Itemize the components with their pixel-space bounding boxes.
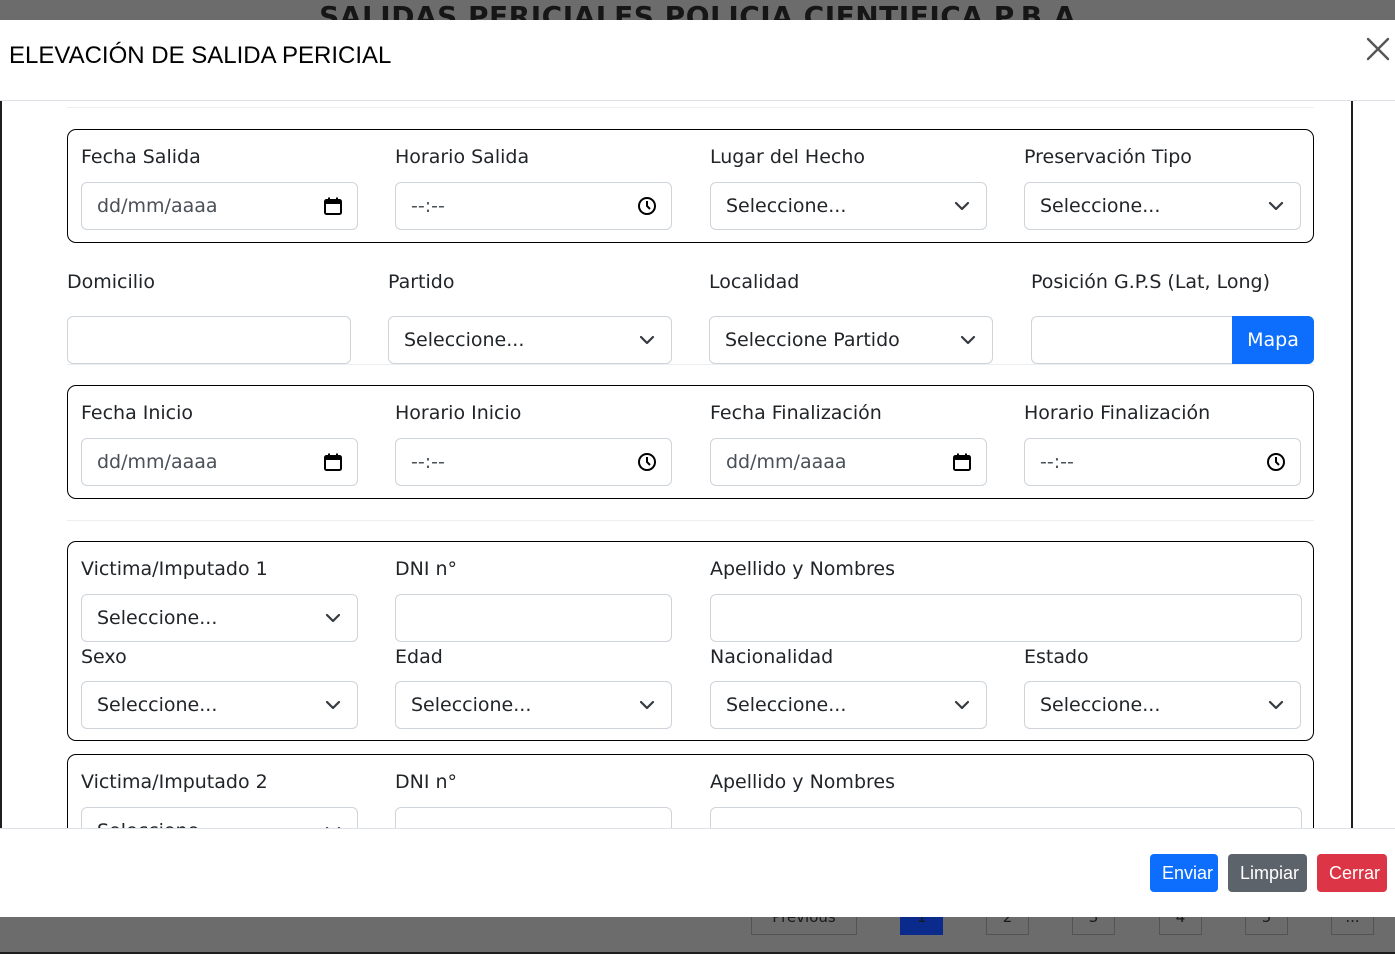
chevron-down-icon	[954, 700, 970, 710]
enviar-button[interactable]: Enviar	[1150, 854, 1218, 892]
background-pagination: Previous 1 2 3 4 5 ...	[0, 917, 1395, 954]
clock-icon[interactable]	[1266, 452, 1286, 472]
victima-imputado-1-select[interactable]: Seleccione...	[81, 594, 358, 642]
pagination-page-5: 5	[1245, 917, 1288, 935]
calendar-icon[interactable]	[323, 452, 343, 472]
pagination-page-1: 1	[900, 917, 943, 935]
sexo-label: Sexo	[81, 646, 127, 668]
partido-select[interactable]: Seleccione...	[388, 316, 672, 364]
chevron-down-icon	[1268, 201, 1284, 211]
dni-2-input[interactable]	[395, 807, 672, 828]
close-icon[interactable]	[1363, 34, 1393, 64]
pagination-page-4: 4	[1159, 917, 1202, 935]
victima-imputado-1-label: Victima/Imputado 1	[81, 558, 268, 580]
localidad-label: Localidad	[709, 271, 800, 293]
dni-1-input[interactable]	[395, 594, 672, 642]
fecha-inicio-input[interactable]: dd/mm/aaaa	[81, 438, 358, 486]
edad-select[interactable]: Seleccione...	[395, 681, 672, 729]
dni-1-label: DNI n°	[395, 558, 458, 580]
horario-finalizacion-label: Horario Finalización	[1024, 402, 1211, 424]
edad-label: Edad	[395, 646, 443, 668]
persona-1-group: Victima/Imputado 1 Seleccione... DNI n° …	[67, 541, 1314, 741]
chevron-down-icon	[325, 826, 341, 828]
lugar-hecho-select[interactable]: Seleccione...	[710, 182, 987, 230]
horario-finalizacion-input[interactable]: --:--	[1024, 438, 1301, 486]
modal-dialog: ELEVACIÓN DE SALIDA PERICIAL Fecha Salid…	[0, 20, 1395, 917]
persona-2-group: Victima/Imputado 2 Seleccione... DNI n° …	[67, 754, 1314, 828]
chevron-down-icon	[325, 700, 341, 710]
fecha-finalizacion-label: Fecha Finalización	[710, 402, 882, 424]
chevron-down-icon	[954, 201, 970, 211]
victima-imputado-2-label: Victima/Imputado 2	[81, 771, 268, 793]
modal-body[interactable]: Fecha Salida dd/mm/aaaa Horario Salida -…	[0, 101, 1395, 828]
divider	[67, 520, 1314, 521]
fecha-salida-input[interactable]: dd/mm/aaaa	[81, 182, 358, 230]
gps-label: Posición G.P.S (Lat, Long)	[1031, 271, 1270, 293]
victima-imputado-2-select[interactable]: Seleccione...	[81, 807, 358, 828]
horario-salida-input[interactable]: --:--	[395, 182, 672, 230]
clock-icon[interactable]	[637, 196, 657, 216]
dni-2-label: DNI n°	[395, 771, 458, 793]
apellido-nombres-1-input[interactable]	[710, 594, 1302, 642]
salida-group: Fecha Salida dd/mm/aaaa Horario Salida -…	[67, 129, 1314, 243]
pagination-ellipsis: ...	[1331, 917, 1374, 935]
apellido-nombres-1-label: Apellido y Nombres	[710, 558, 895, 580]
chevron-down-icon	[1268, 700, 1284, 710]
periodo-group: Fecha Inicio dd/mm/aaaa Horario Inicio -…	[67, 385, 1314, 499]
apellido-nombres-2-label: Apellido y Nombres	[710, 771, 895, 793]
horario-salida-label: Horario Salida	[395, 146, 530, 168]
fecha-inicio-label: Fecha Inicio	[81, 402, 194, 424]
sexo-select[interactable]: Seleccione...	[81, 681, 358, 729]
horario-inicio-input[interactable]: --:--	[395, 438, 672, 486]
modal-footer: Enviar Limpiar Cerrar	[0, 828, 1395, 917]
fecha-salida-label: Fecha Salida	[81, 146, 201, 168]
partido-label: Partido	[388, 271, 455, 293]
lugar-hecho-label: Lugar del Hecho	[710, 146, 866, 168]
body-left-border	[0, 101, 2, 828]
fecha-finalizacion-input[interactable]: dd/mm/aaaa	[710, 438, 987, 486]
nacionalidad-label: Nacionalidad	[710, 646, 834, 668]
chevron-down-icon	[639, 700, 655, 710]
modal-title: ELEVACIÓN DE SALIDA PERICIAL	[9, 42, 392, 69]
pagination-page-2: 2	[986, 917, 1029, 935]
chevron-down-icon	[639, 335, 655, 345]
horario-inicio-label: Horario Inicio	[395, 402, 522, 424]
cerrar-button[interactable]: Cerrar	[1317, 854, 1387, 892]
calendar-icon[interactable]	[323, 196, 343, 216]
divider	[67, 364, 1314, 365]
preservacion-tipo-select[interactable]: Seleccione...	[1024, 182, 1301, 230]
gps-input[interactable]	[1031, 316, 1233, 364]
chevron-down-icon	[325, 613, 341, 623]
apellido-nombres-2-input[interactable]	[710, 807, 1302, 828]
preservacion-tipo-label: Preservación Tipo	[1024, 146, 1192, 168]
body-right-border	[1351, 101, 1353, 828]
pagination-previous: Previous	[751, 917, 857, 935]
calendar-icon[interactable]	[952, 452, 972, 472]
clock-icon[interactable]	[637, 452, 657, 472]
nacionalidad-select[interactable]: Seleccione...	[710, 681, 987, 729]
limpiar-button[interactable]: Limpiar	[1228, 854, 1307, 892]
domicilio-label: Domicilio	[67, 271, 155, 293]
chevron-down-icon	[960, 335, 976, 345]
pagination-page-3: 3	[1072, 917, 1115, 935]
domicilio-input[interactable]	[67, 316, 351, 364]
modal-header: ELEVACIÓN DE SALIDA PERICIAL	[0, 20, 1395, 101]
background-page-title: SALIDAS PERICIALES POLICIA CIENTIFICA P.…	[319, 0, 1076, 21]
mapa-button[interactable]: Mapa	[1232, 316, 1314, 364]
divider	[67, 107, 1314, 108]
estado-label: Estado	[1024, 646, 1089, 668]
estado-select[interactable]: Seleccione...	[1024, 681, 1301, 729]
localidad-select[interactable]: Seleccione Partido	[709, 316, 993, 364]
